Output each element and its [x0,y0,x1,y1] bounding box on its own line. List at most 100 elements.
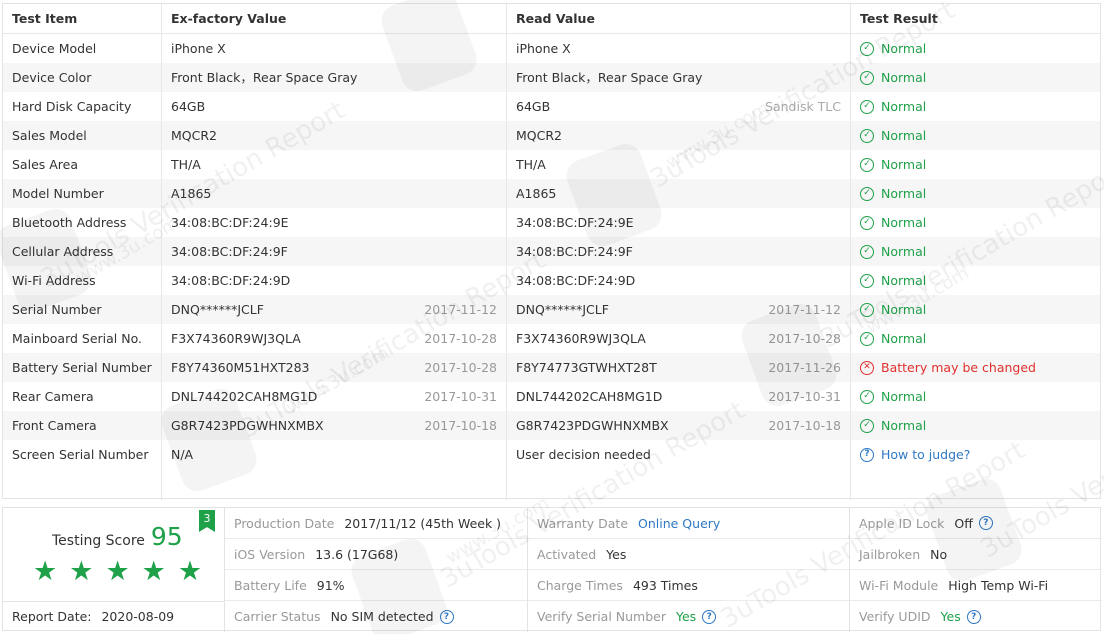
test-result[interactable]: ? How to judge? [860,440,1102,469]
test-item-cell: Rear Camera [3,382,162,411]
table-row: Sales Area TH/A TH/A ✓ Normal [3,150,1100,179]
test-result-text: Normal [881,244,927,259]
test-result: ✓ Normal [860,34,1102,63]
info-value: Yes [676,609,697,624]
test-result-text: Normal [881,273,927,288]
test-result: ✓ Normal [860,266,1102,295]
test-result-cell: ✓ Normal [851,121,1102,150]
test-item-cell: Serial Number [3,295,162,324]
test-result-text: Normal [881,70,927,85]
info-value: Yes [606,546,627,562]
test-result-cell: ✓ Normal [851,63,1102,92]
test-result-text: Normal [881,302,927,317]
table-row: Serial Number DNQ******JCLF 2017-11-12 DNQ*… [3,295,1100,324]
star-icon: ★ [141,556,166,587]
read-value-cell: iPhone X [507,34,851,63]
how-to-judge-link[interactable]: How to judge? [881,440,970,469]
test-item-cell: Hard Disk Capacity [3,92,162,121]
ex-factory-value-cell: MQCR2 [162,121,507,150]
info-value: 2017/11/12 (45th Week ) [344,515,502,531]
ex-factory-value: DNL744202CAH8MG1D [171,389,318,404]
read-value: A1865 [516,186,557,201]
table-row: Model Number A1865 A1865 ✓ Normal [3,179,1100,208]
check-circle-icon: ✓ [860,128,874,143]
read-value-cell: MQCR2 [507,121,851,150]
read-value: iPhone X [516,41,571,56]
info-activated: Activated Yes [528,539,849,570]
test-result: ✓ Normal [860,150,1102,179]
read-value: MQCR2 [516,128,562,143]
info-column-3: Apple ID Lock Off? Jailbroken No Wi-Fi Modul… [850,508,1102,632]
ex-factory-value: A1865 [171,186,212,201]
test-item-cell: Mainboard Serial No. [3,324,162,353]
star-icon: ★ [33,556,58,587]
info-label: Jailbroken [859,546,921,562]
info-column-2: Warranty Date Online Query Activated Yes Cha… [528,508,850,632]
read-value-cell: DNL744202CAH8MG1D 2017-10-31 [507,382,851,411]
online-query-link[interactable]: Online Query [638,516,720,531]
check-circle-icon: ✓ [860,418,874,433]
table-row: Bluetooth Address 34:08:BC:DF:24:9E 34:08:… [3,208,1100,237]
ex-factory-value: DNQ******JCLF [171,302,264,317]
read-value: Front Black，Rear Space Gray [516,70,703,85]
ex-factory-date: 2017-10-18 [424,418,497,433]
filler-cell [162,469,507,500]
test-item-cell: Sales Model [3,121,162,150]
test-result-text: Normal [881,99,927,114]
read-value-cell: F3X74360R9WJ3QLA 2017-10-28 [507,324,851,353]
ex-factory-value-cell: F8Y74360M51HXT283 2017-10-28 [162,353,507,382]
help-icon[interactable]: ? [439,609,454,624]
test-item-cell: Battery Serial Number [3,353,162,382]
test-item-cell: Device Model [3,34,162,63]
help-icon[interactable]: ? [978,516,993,530]
read-value: 34:08:BC:DF:24:9F [516,244,633,259]
read-value: User decision needed [516,447,651,462]
test-result: ✕ Battery may be changed [860,353,1102,382]
star-icon: ★ [69,556,94,587]
test-result-cell: ? How to judge? [851,440,1102,469]
read-value: G8R7423PDGWHNXMBX [516,418,669,433]
read-value: 34:08:BC:DF:24:9D [516,273,636,288]
info-warranty-date: Warranty Date Online Query [528,508,849,539]
table-row: Mainboard Serial No. F3X74360R9WJ3QLA 2017… [3,324,1100,353]
test-result: ✓ Normal [860,63,1102,92]
read-value-cell: 64GB Sandisk TLC [507,92,851,121]
table-filler-row [3,469,1100,500]
read-note: Sandisk TLC [765,99,841,114]
test-result: ✓ Normal [860,121,1102,150]
info-label: Warranty Date [537,515,629,531]
ex-factory-date: 2017-10-28 [424,331,497,346]
ex-factory-value-cell: N/A [162,440,507,469]
info-label: Activated [537,546,597,562]
test-result-cell: ✓ Normal [851,150,1102,179]
test-result-text: Normal [881,418,927,433]
info-verify-udid: Verify UDID Yes? [850,601,1102,632]
read-value: TH/A [516,157,546,172]
check-circle-icon: ✓ [860,186,874,201]
help-icon[interactable]: ? [966,609,981,624]
test-result: ✓ Normal [860,295,1102,324]
help-icon[interactable]: ? [702,609,717,624]
ex-factory-value-cell: F3X74360R9WJ3QLA 2017-10-28 [162,324,507,353]
check-circle-icon: ✓ [860,302,874,317]
test-result-cell: ✓ Normal [851,208,1102,237]
table-row: Sales Model MQCR2 MQCR2 ✓ Normal [3,121,1100,150]
read-date: 2017-11-26 [768,360,841,375]
read-value: DNL744202CAH8MG1D [516,389,663,404]
info-value: No SIM detected [330,609,434,624]
info-value: Off [954,515,973,531]
header-ex-factory-value: Ex-factory Value [162,4,507,34]
ex-factory-value-cell: DNL744202CAH8MG1D 2017-10-31 [162,382,507,411]
info-label: Wi-Fi Module [859,577,939,593]
x-circle-icon: ✕ [860,360,874,375]
test-item-cell: Sales Area [3,150,162,179]
ex-factory-value-cell: Front Black，Rear Space Gray [162,63,507,92]
info-label: Production Date [234,515,335,531]
read-date: 2017-10-28 [768,331,841,346]
test-result-text: Normal [881,389,927,404]
score-badge: 3 [199,510,215,532]
table-row: Cellular Address 34:08:BC:DF:24:9F 34:08:B… [3,237,1100,266]
ex-factory-value-cell: 34:08:BC:DF:24:9E [162,208,507,237]
test-item-cell: Front Camera [3,411,162,440]
ex-factory-value: 34:08:BC:DF:24:9D [171,273,291,288]
